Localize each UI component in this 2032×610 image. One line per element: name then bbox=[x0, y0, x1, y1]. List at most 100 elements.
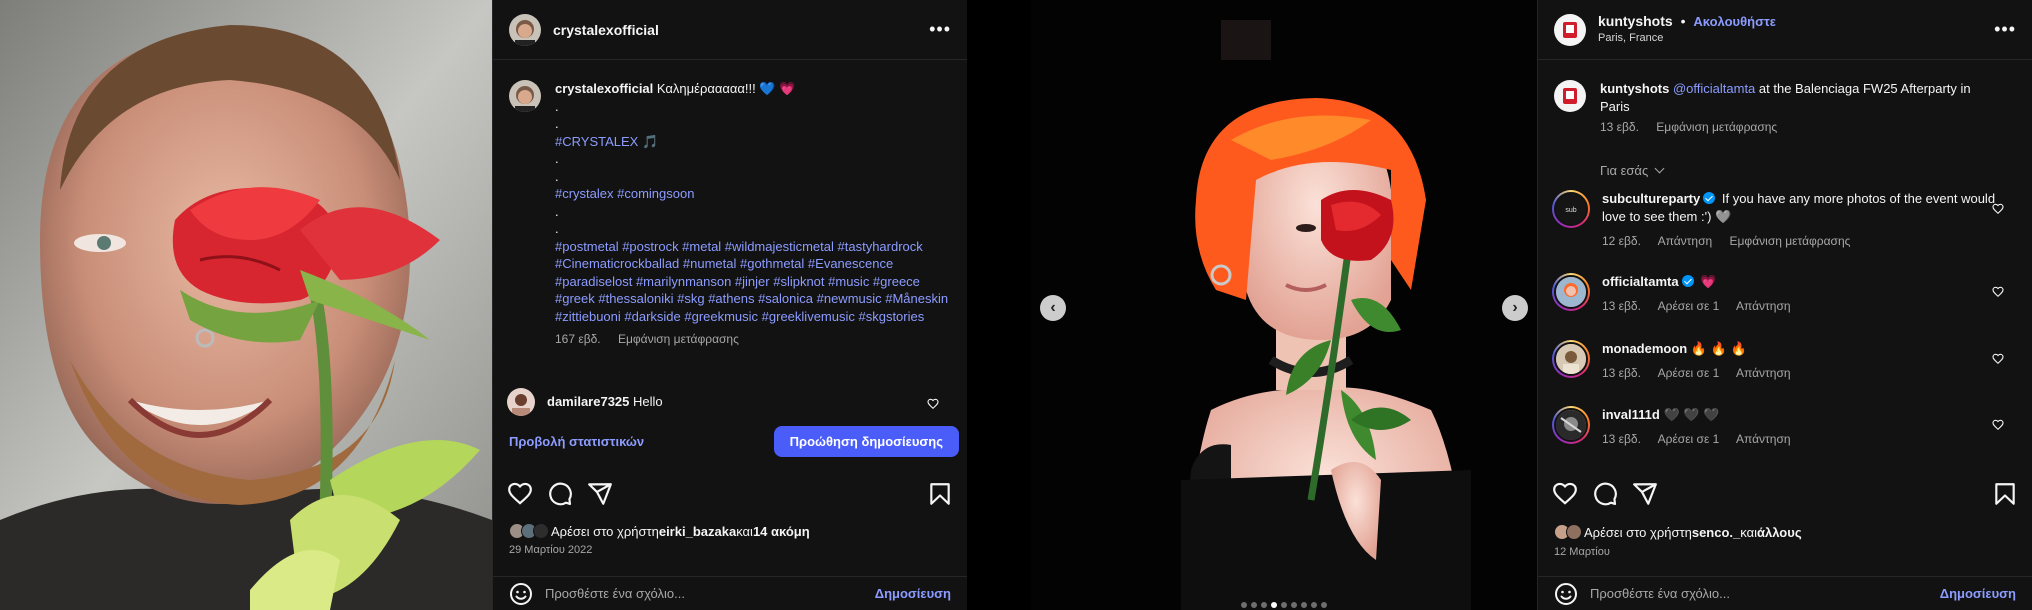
likes-prefix: Αρέσει στο χρήστη bbox=[1584, 524, 1692, 540]
heart-icon[interactable] bbox=[507, 481, 533, 507]
view-insights-link[interactable]: Προβολή στατιστικών bbox=[509, 434, 644, 449]
avatar[interactable] bbox=[1552, 340, 1590, 378]
reply-link[interactable]: Απάντηση bbox=[1736, 366, 1791, 380]
post-crystalexofficial: crystalexofficial ••• crystalexofficial … bbox=[0, 0, 967, 610]
share-icon[interactable] bbox=[587, 481, 613, 507]
caption-age: 13 εβδ. bbox=[1600, 120, 1639, 134]
comment-meta: 13 εβδ. Αρέσει σε 1 Απάντηση bbox=[1602, 430, 1996, 448]
comment-age: 13 εβδ. bbox=[1602, 432, 1641, 446]
carousel-next-button[interactable]: › bbox=[1502, 295, 1528, 321]
for-you-label: Για εσάς bbox=[1600, 163, 1649, 178]
comment-age: 13 εβδ. bbox=[1602, 366, 1641, 380]
likes-prefix: Αρέσει στο χρήστη bbox=[551, 523, 659, 539]
emoji-icon[interactable] bbox=[1554, 582, 1578, 606]
comment-item: damilare7325 Hello bbox=[507, 388, 953, 416]
comment-likes[interactable]: Αρέσει σε 1 bbox=[1658, 366, 1720, 380]
liker-avatars bbox=[1554, 524, 1582, 540]
caption-meta: 167 εβδ. Εμφάνιση μετάφρασης bbox=[555, 331, 955, 349]
follow-button[interactable]: Ακολουθήστε bbox=[1693, 14, 1776, 29]
comment-text: 🔥 🔥 🔥 bbox=[1690, 341, 1747, 356]
see-translation-link[interactable]: Εμφάνιση μετάφρασης bbox=[618, 332, 739, 346]
avatar[interactable] bbox=[509, 80, 541, 112]
comment-likes[interactable]: Αρέσει σε 1 bbox=[1658, 299, 1720, 313]
avatar[interactable] bbox=[1554, 80, 1586, 112]
comment-username[interactable]: damilare7325 bbox=[547, 394, 629, 409]
like-comment-heart-icon[interactable] bbox=[927, 398, 939, 410]
caption-dot: . bbox=[555, 203, 559, 219]
comment-username[interactable]: subcultureparty bbox=[1602, 191, 1700, 206]
add-comment-bar: Προσθέστε ένα σχόλιο... Δημοσίευση bbox=[493, 576, 967, 610]
carousel-dot bbox=[1241, 602, 1247, 608]
see-translation-link[interactable]: Εμφάνιση μετάφρασης bbox=[1730, 234, 1851, 248]
like-comment-heart-icon[interactable] bbox=[1992, 286, 2004, 298]
boost-post-button[interactable]: Προώθηση δημοσίευσης bbox=[773, 426, 959, 457]
avatar[interactable] bbox=[509, 13, 541, 46]
chevron-down-icon bbox=[1654, 163, 1665, 174]
like-comment-heart-icon[interactable] bbox=[1992, 203, 2004, 215]
owner-actions-row: Προβολή στατιστικών Προώθηση δημοσίευσης bbox=[509, 426, 959, 457]
caption-dot: . bbox=[555, 116, 559, 131]
post-photo-carousel[interactable]: ‹ › bbox=[1031, 0, 1537, 610]
bookmark-icon[interactable] bbox=[927, 481, 953, 507]
comment-icon[interactable] bbox=[547, 481, 573, 507]
author-info: kuntyshots • Ακολουθήστε Paris, France bbox=[1598, 13, 1776, 46]
likes-others[interactable]: 14 ακόμη bbox=[753, 524, 810, 539]
carousel-dot bbox=[1261, 602, 1267, 608]
avatar[interactable] bbox=[507, 388, 535, 416]
for-you-filter[interactable]: Για εσάς bbox=[1600, 163, 1665, 178]
like-comment-heart-icon[interactable] bbox=[1992, 353, 2004, 365]
comment-likes[interactable]: Αρέσει σε 1 bbox=[1658, 432, 1720, 446]
publish-comment-button[interactable]: Δημοσίευση bbox=[875, 586, 951, 601]
caption-dot: . bbox=[555, 221, 559, 236]
hashtag-line[interactable]: #crystalex #comingsoon bbox=[555, 185, 955, 203]
post-photo-rose-portrait[interactable] bbox=[0, 0, 492, 610]
bookmark-icon[interactable] bbox=[1992, 481, 2018, 507]
likes-middle: και bbox=[1740, 524, 1758, 540]
like-comment-heart-icon[interactable] bbox=[1992, 419, 2004, 431]
caption-body: crystalexofficial Καλημέρααααα!!! 💙 💗 . … bbox=[555, 80, 955, 349]
reply-link[interactable]: Απάντηση bbox=[1736, 432, 1791, 446]
heart-icon[interactable] bbox=[1552, 481, 1578, 507]
reply-link[interactable]: Απάντηση bbox=[1736, 299, 1791, 313]
caption-username[interactable]: crystalexofficial bbox=[555, 81, 653, 96]
comment-item: monademoon 🔥 🔥 🔥 13 εβδ. Αρέσει σε 1 Απά… bbox=[1552, 340, 2018, 382]
carousel-indicator bbox=[1239, 602, 1329, 608]
liker-username[interactable]: eirki_bazaka bbox=[659, 524, 736, 539]
hashtag-line[interactable]: #CRYSTALEX 🎵 bbox=[555, 133, 955, 151]
comment-meta: 12 εβδ. Απάντηση Εμφάνιση μετάφρασης bbox=[1602, 232, 1996, 250]
post-caption: kuntyshots @officialtamta at the Balenci… bbox=[1554, 80, 2016, 137]
emoji-icon[interactable] bbox=[509, 582, 533, 606]
liker-username[interactable]: senco._ bbox=[1692, 525, 1740, 540]
avatar[interactable]: sub bbox=[1552, 190, 1590, 228]
post-details-panel: kuntyshots • Ακολουθήστε Paris, France •… bbox=[1537, 0, 2032, 610]
comment-text: Hello bbox=[633, 394, 663, 409]
avatar[interactable] bbox=[1554, 13, 1586, 46]
post-location[interactable]: Paris, France bbox=[1598, 30, 1776, 46]
comment-icon[interactable] bbox=[1592, 481, 1618, 507]
reply-link[interactable]: Απάντηση bbox=[1658, 234, 1713, 248]
publish-comment-button[interactable]: Δημοσίευση bbox=[1940, 586, 2016, 601]
more-options-icon[interactable]: ••• bbox=[929, 19, 951, 40]
comment-username[interactable]: monademoon bbox=[1602, 341, 1687, 356]
hashtag-block[interactable]: #postmetal #postrock #metal #wildmajesti… bbox=[555, 238, 955, 326]
comment-input[interactable]: Προσθέστε ένα σχόλιο... bbox=[1590, 586, 1730, 601]
caption-username[interactable]: kuntyshots bbox=[1600, 81, 1669, 96]
post-author-username[interactable]: kuntyshots bbox=[1598, 13, 1673, 29]
comment-body: inval111d 🖤 🖤 🖤 13 εβδ. Αρέσει σε 1 Απάν… bbox=[1602, 406, 2018, 448]
likes-summary[interactable]: Αρέσει στο χρήστη senco._ και άλλους bbox=[1554, 524, 1802, 540]
post-kuntyshots: ‹ › kuntyshots • Ακολουθήστε Paris, Fran… bbox=[1031, 0, 2032, 610]
comment-input[interactable]: Προσθέστε ένα σχόλιο... bbox=[545, 586, 685, 601]
caption-mention[interactable]: @officialtamta bbox=[1673, 81, 1755, 96]
share-icon[interactable] bbox=[1632, 481, 1658, 507]
likes-summary[interactable]: Αρέσει στο χρήστη eirki_bazaka και 14 ακ… bbox=[509, 523, 810, 539]
carousel-dot bbox=[1251, 602, 1257, 608]
avatar[interactable] bbox=[1552, 273, 1590, 311]
see-translation-link[interactable]: Εμφάνιση μετάφρασης bbox=[1656, 120, 1777, 134]
carousel-prev-button[interactable]: ‹ bbox=[1040, 295, 1066, 321]
post-author-username[interactable]: crystalexofficial bbox=[553, 22, 659, 38]
likes-others[interactable]: άλλους bbox=[1757, 525, 1802, 540]
comment-username[interactable]: officialtamta bbox=[1602, 274, 1679, 289]
avatar[interactable] bbox=[1552, 406, 1590, 444]
more-options-icon[interactable]: ••• bbox=[1994, 19, 2016, 40]
comment-username[interactable]: inval111d bbox=[1602, 407, 1660, 422]
